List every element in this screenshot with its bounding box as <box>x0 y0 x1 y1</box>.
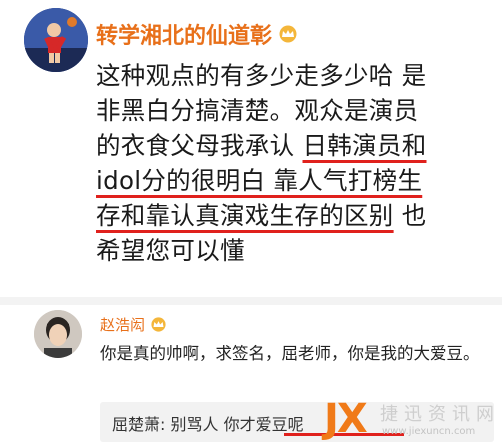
reply-text: 别骂人 你才爱豆呢 <box>165 415 304 434</box>
comment-author-avatar[interactable] <box>34 310 82 358</box>
post-body: 这种观点的有多少走多少哈 是 非黑白分搞清楚。观众是演员 的衣食父母我承认 日韩… <box>96 58 492 268</box>
comment-body: 你是真的帅啊，求签名，屈老师，你是我的大爱豆。 <box>100 344 480 363</box>
avatar-image <box>34 310 82 358</box>
post-line-3-text: 的衣食父母我承认 <box>96 131 303 160</box>
watermark: JX 捷迅资讯网 www.jiexuncn.com <box>324 396 502 445</box>
highlight-span-2: idol分的很明白 靠人气打榜生 <box>96 166 423 195</box>
post-line-2-text: 非黑白分搞清楚。观众是演员 <box>96 96 419 125</box>
post-line-3: 的衣食父母我承认 日韩演员和 <box>96 128 492 163</box>
post-line-6: 希望您可以懂 <box>96 233 492 268</box>
vip-crown-icon <box>279 25 297 43</box>
post-author-avatar[interactable] <box>24 8 88 72</box>
post-line-6-text: 希望您可以懂 <box>96 236 245 265</box>
comment-author-label: 赵浩闳 <box>100 316 146 334</box>
post-line-5: 存和靠认真演戏生存的区别 也 <box>96 198 492 233</box>
post-line-5-tail: 也 <box>393 201 427 230</box>
highlight-span-3: 存和靠认真演戏生存的区别 <box>96 201 394 230</box>
post-line-1-text: 这种观点的有多少走多少哈 是 <box>96 61 427 90</box>
post-line-2: 非黑白分搞清楚。观众是演员 <box>96 93 492 128</box>
post-line-4: idol分的很明白 靠人气打榜生 <box>96 163 492 198</box>
post-author-name[interactable]: 转学湘北的仙道彰 <box>96 18 298 50</box>
highlight-span-1: 日韩演员和 <box>302 131 427 160</box>
comment-author-name[interactable]: 赵浩闳 <box>100 314 167 335</box>
post-line-1: 这种观点的有多少走多少哈 是 <box>96 58 492 93</box>
section-divider <box>0 297 502 305</box>
watermark-text: 捷迅资讯网 <box>380 404 500 425</box>
avatar-image <box>24 8 88 72</box>
weibo-screenshot: 转学湘北的仙道彰 这种观点的有多少走多少哈 是 非黑白分搞清楚。观众是演员 的衣… <box>0 0 502 445</box>
reply-author[interactable]: 屈楚萧: <box>112 415 165 434</box>
post-author-label: 转学湘北的仙道彰 <box>96 24 273 49</box>
vip-crown-icon <box>151 317 166 332</box>
reply-line: 屈楚萧: 别骂人 你才爱豆呢 <box>112 411 304 435</box>
watermark-logo: JX <box>324 396 368 442</box>
watermark-url: www.jiexuncn.com <box>382 426 476 437</box>
